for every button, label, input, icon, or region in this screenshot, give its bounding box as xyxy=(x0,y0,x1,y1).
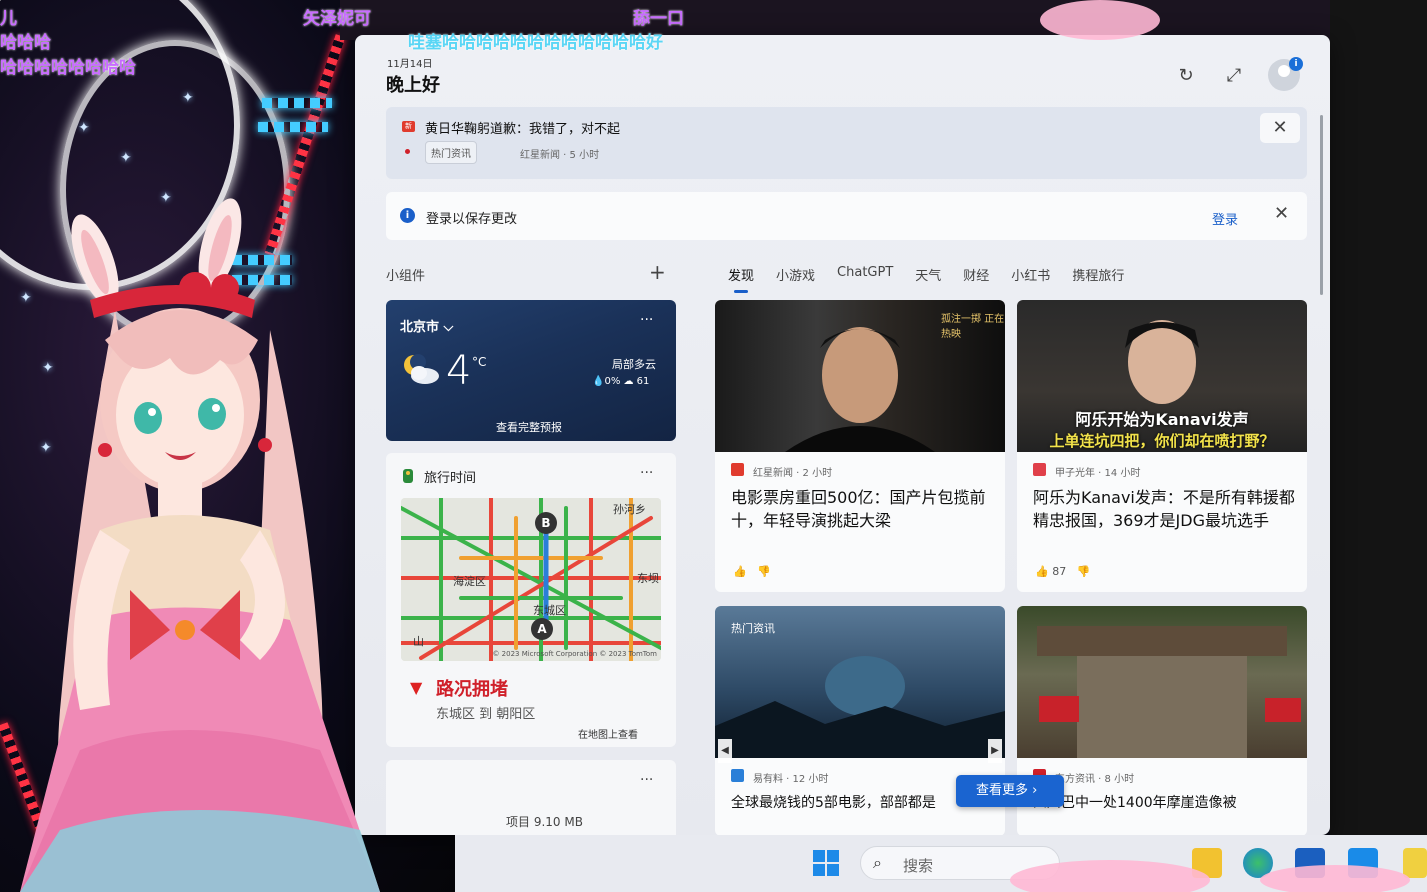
vtuber-avatar xyxy=(20,198,380,892)
star-light: ✦ xyxy=(78,120,90,136)
widget-partial-text: 项目 9.10 MB xyxy=(506,815,583,829)
image-caption: 上单连坑四把，你们却在喷打野？ xyxy=(1049,432,1275,450)
view-map-link[interactable]: 在地图上查看 xyxy=(578,726,638,741)
tab-minigames[interactable]: 小游戏 xyxy=(776,265,815,284)
news-card[interactable]: 孤注一掷 正在热映 红星新闻 · 2 小时 电影票房重回500亿：国产片包揽前十… xyxy=(715,300,1005,592)
signin-link[interactable]: 登录 xyxy=(1212,209,1238,228)
danmaku-comment: 儿 xyxy=(0,9,17,29)
news-headline[interactable]: 阿乐为Kanavi发声：不是所有韩援都精忠报国，369才是JDG最坑选手 xyxy=(1033,486,1295,532)
alert-tag: 热门资讯 xyxy=(425,141,477,164)
stream-frame-decoration xyxy=(1010,860,1210,892)
image-overlay-text: 孤注一掷 正在热映 xyxy=(941,314,1005,340)
danmaku-comment: 哇塞哈哈哈哈哈哈哈哈哈哈哈哈好 xyxy=(408,33,663,53)
news-source: 易有料 · 12 小时 xyxy=(753,774,829,785)
news-headline[interactable]: 全球最烧钱的5部电影，部部都是 xyxy=(731,792,993,815)
stream-right-strip xyxy=(1330,0,1427,892)
news-source: 甲子光年 · 14 小时 xyxy=(1055,468,1141,479)
tab-weather[interactable]: 天气 xyxy=(915,265,941,284)
more-options-icon[interactable]: ··· xyxy=(640,312,653,328)
destination-pin-icon[interactable]: B xyxy=(535,512,557,534)
news-image: 热门资讯 xyxy=(715,606,1005,758)
news-image: 孤注一掷 正在热映 xyxy=(715,300,1005,452)
stream-frame-decoration xyxy=(1040,0,1160,40)
map-attribution: © 2023 Microsoft Corporation © 2023 TomT… xyxy=(492,650,657,658)
news-source-icon xyxy=(731,463,744,476)
more-options-icon[interactable]: ··· xyxy=(640,772,653,788)
greeting: 晚上好 xyxy=(386,75,440,96)
live-dot-icon xyxy=(405,149,410,154)
tab-finance[interactable]: 财经 xyxy=(963,265,989,284)
danmaku-comment: 舔一口 xyxy=(633,9,684,29)
notification-badge: i xyxy=(1289,57,1303,71)
map-place-label: 孙河乡 xyxy=(613,503,646,516)
news-source: 东方资讯 · 8 小时 xyxy=(1055,774,1135,785)
signin-bar: i 登录以保存更改 登录 ✕ xyxy=(386,192,1307,240)
widgets-panel: 11月14日 晚上好 ↻ ⤢ i 新 黄日华鞠躬道歉：我错了，对不起 热门资讯 … xyxy=(355,35,1330,835)
news-card[interactable]: 阿乐开始为Kanavi发声 上单连坑四把，你们却在喷打野？ 甲子光年 · 14 … xyxy=(1017,300,1307,592)
carousel-next-button[interactable]: ▶ xyxy=(988,739,1002,763)
tab-chatgpt[interactable]: ChatGPT xyxy=(837,265,893,284)
scrollbar[interactable] xyxy=(1320,115,1323,295)
image-tag: 热门资讯 xyxy=(731,622,775,635)
close-signin-button[interactable]: ✕ xyxy=(1274,203,1289,224)
precip-humidity: 💧0% ☁ 61 xyxy=(592,376,650,387)
more-options-icon[interactable]: ··· xyxy=(640,465,653,481)
map-place-label: 东坝 xyxy=(637,572,659,585)
alert-title[interactable]: 黄日华鞠躬道歉：我错了，对不起 xyxy=(425,118,620,137)
app-icon[interactable] xyxy=(1403,848,1427,878)
news-source-icon: 新 xyxy=(402,121,415,132)
news-image: 阿乐开始为Kanavi发声 上单连坑四把，你们却在喷打野？ xyxy=(1017,300,1307,452)
news-source-icon xyxy=(731,769,744,782)
image-caption: 阿乐开始为Kanavi发声 xyxy=(1075,410,1249,429)
like-count-value: 87 xyxy=(1052,565,1067,578)
full-forecast-link[interactable]: 查看完整预报 xyxy=(496,419,562,435)
star-light: ✦ xyxy=(120,150,132,166)
led-bar xyxy=(262,98,332,108)
danmaku-comment: 哈哈哈 xyxy=(0,33,51,53)
weather-condition: 局部多云 xyxy=(612,358,656,371)
news-source: 红星新闻 · 2 小时 xyxy=(753,468,833,479)
like-count[interactable]: 👍 87 👎 xyxy=(1035,565,1090,578)
danmaku-comment: 哈哈哈哈哈哈哈哈 xyxy=(0,58,136,78)
see-more-button[interactable]: 查看更多 › xyxy=(956,775,1064,807)
date-label: 11月14日 xyxy=(387,59,433,70)
led-bar xyxy=(258,122,328,132)
feed-tabs: 发现 小游戏 ChatGPT 天气 财经 小红书 携程旅行 xyxy=(728,265,1146,293)
tab-ctrip[interactable]: 携程旅行 xyxy=(1072,265,1124,284)
search-icon: ⌕ xyxy=(873,853,882,872)
news-source-icon xyxy=(1033,463,1046,476)
news-headline[interactable]: 电影票房重回500亿：国产片包揽前十，年轻导演挑起大梁 xyxy=(731,486,993,532)
alert-meta: 红星新闻 · 5 小时 xyxy=(520,150,600,161)
origin-pin-icon[interactable]: A xyxy=(531,618,553,640)
refresh-icon[interactable]: ↻ xyxy=(1175,65,1197,87)
tab-xiaohongshu[interactable]: 小红书 xyxy=(1011,265,1050,284)
carousel-prev-button[interactable]: ◀ xyxy=(718,739,732,763)
stream-frame-decoration xyxy=(1260,865,1410,892)
add-widget-button[interactable]: + xyxy=(649,260,666,284)
expand-icon[interactable]: ⤢ xyxy=(1223,65,1245,87)
news-image xyxy=(1017,606,1307,758)
news-headline[interactable]: 四川巴中一处1400年摩崖造像被 xyxy=(1033,792,1295,815)
news-photo xyxy=(1037,626,1301,758)
search-placeholder: 搜索 xyxy=(903,857,934,875)
tab-discover[interactable]: 发现 xyxy=(728,265,754,293)
breaking-news-alert[interactable]: 新 黄日华鞠躬道歉：我错了，对不起 热门资讯 红星新闻 · 5 小时 ✕ xyxy=(386,107,1307,179)
windows-start-icon[interactable] xyxy=(813,850,839,876)
danmaku-comment: 矢泽妮可 xyxy=(303,9,371,29)
like-dislike-icons[interactable]: 👍 👎 xyxy=(733,565,771,578)
map-place-label: 东城区 xyxy=(533,604,566,617)
close-alert-button[interactable]: ✕ xyxy=(1260,113,1300,143)
star-light: ✦ xyxy=(182,90,194,106)
